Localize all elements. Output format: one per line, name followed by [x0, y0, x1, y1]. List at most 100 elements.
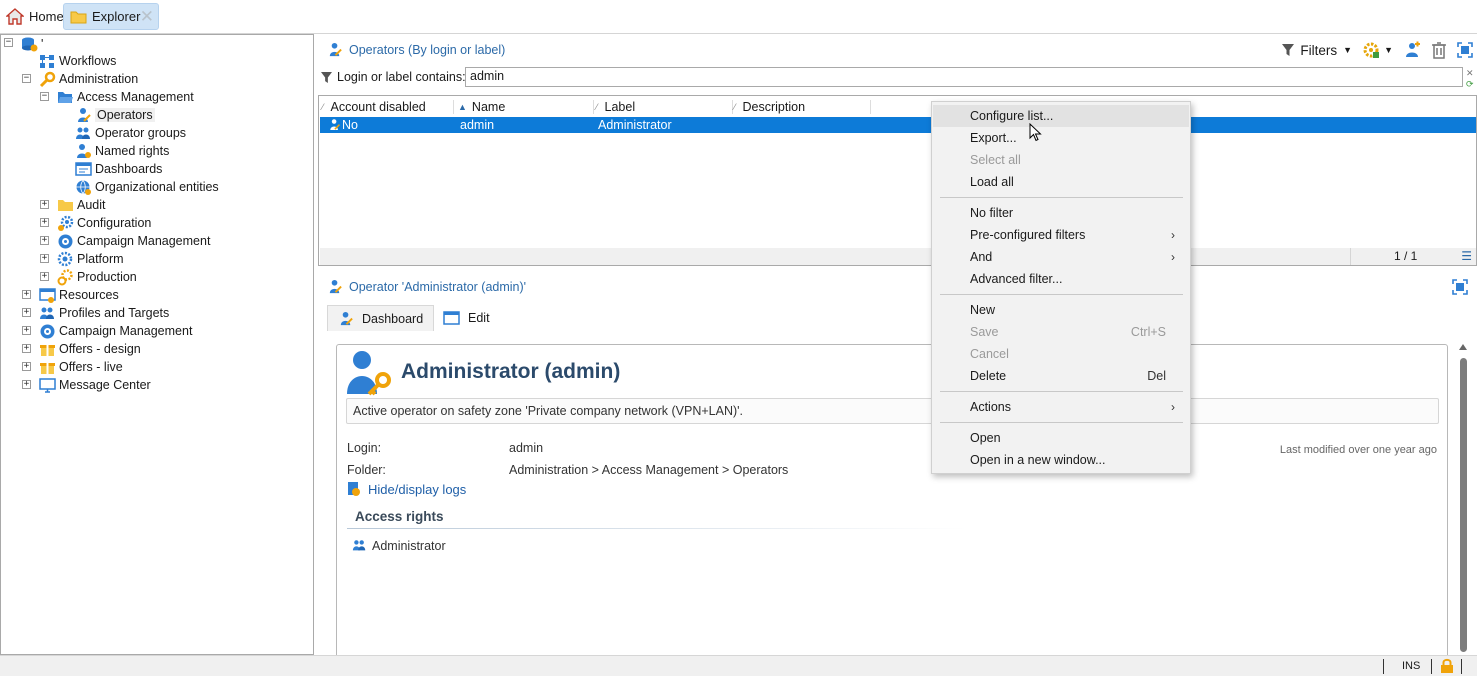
tab-edit[interactable]: Edit	[433, 305, 500, 331]
expand-toggle[interactable]: +	[22, 308, 31, 317]
tree-node-campaign-management-sub[interactable]: Campaign Management	[57, 232, 210, 250]
tree-node-operators[interactable]: Operators	[75, 106, 155, 124]
database-icon	[21, 36, 38, 53]
column-header-description[interactable]: ⁄ Description	[734, 98, 805, 116]
collapse-toggle[interactable]: −	[4, 38, 13, 47]
tab-explorer[interactable]: Explorer ✕	[63, 3, 159, 30]
resources-icon	[39, 287, 56, 304]
tree-node-message-center[interactable]: Message Center	[39, 376, 151, 394]
access-right-item: Administrator	[351, 538, 446, 553]
expand-toggle[interactable]: +	[40, 236, 49, 245]
menu-item-open-new-window[interactable]: Open in a new window...	[933, 449, 1189, 471]
menu-item-open[interactable]: Open	[933, 427, 1189, 449]
filters-button[interactable]: Filters ▼	[1282, 43, 1352, 58]
tree-node-administration[interactable]: Administration	[39, 70, 138, 88]
tree-node-organizational-entities[interactable]: Organizational entities	[75, 178, 219, 196]
tree-node-campaign-management[interactable]: Campaign Management	[39, 322, 192, 340]
menu-separator	[940, 197, 1183, 198]
close-icon[interactable]: ✕	[140, 7, 154, 27]
menu-separator	[940, 391, 1183, 392]
tree-node-label: Audit	[77, 198, 106, 212]
menu-item-and[interactable]: And ›	[933, 246, 1189, 268]
maximize-icon[interactable]	[1457, 42, 1473, 58]
menu-item-cancel: Cancel	[970, 347, 1009, 361]
tree-node-audit[interactable]: Audit	[57, 196, 106, 214]
scroll-up-icon[interactable]	[1459, 344, 1467, 350]
maximize-icon[interactable]	[1452, 279, 1468, 295]
vertical-scrollbar[interactable]	[1455, 342, 1471, 654]
column-header-label[interactable]: ⁄ Label	[596, 98, 635, 116]
table-row[interactable]: No admin Administrator	[320, 117, 1476, 133]
tree-node-configuration[interactable]: Configuration	[57, 214, 151, 232]
expand-toggle[interactable]: +	[40, 272, 49, 281]
tree-node-named-rights[interactable]: Named rights	[75, 142, 169, 160]
tree-node-production[interactable]: Production	[57, 268, 137, 286]
gear-add-icon	[1362, 41, 1380, 59]
tree-node-platform[interactable]: Platform	[57, 250, 124, 268]
clear-filter-icon[interactable]: ✕	[1466, 68, 1474, 79]
expand-toggle[interactable]: +	[40, 200, 49, 209]
expand-toggle[interactable]: +	[22, 290, 31, 299]
menu-item-delete[interactable]: Delete Del	[933, 365, 1189, 387]
tree-node-offers-live[interactable]: Offers - live	[39, 358, 123, 376]
expand-toggle[interactable]: +	[22, 326, 31, 335]
tree-node-label: Administration	[59, 72, 139, 86]
cell-account-disabled: No	[342, 118, 358, 132]
filter-input[interactable]: admin	[465, 67, 1463, 87]
group-icon	[75, 125, 92, 142]
tree-node-label: Access Management	[77, 90, 194, 104]
chevron-right-icon: ›	[1171, 400, 1175, 414]
globe-icon	[75, 179, 92, 196]
menu-item-configure-list[interactable]: Configure list...	[933, 105, 1189, 127]
tree-node-label: Campaign Management	[77, 234, 211, 248]
menu-item-advanced-filter[interactable]: Advanced filter...	[933, 268, 1189, 290]
tree-node-operator-groups[interactable]: Operator groups	[75, 124, 186, 142]
menu-item-actions[interactable]: Actions ›	[933, 396, 1189, 418]
expand-toggle[interactable]: +	[22, 380, 31, 389]
expand-toggle[interactable]: +	[22, 344, 31, 353]
refresh-icon[interactable]: ⟳	[1466, 79, 1474, 90]
platform-icon	[57, 251, 74, 268]
status-bar: INS	[0, 655, 1477, 676]
collapse-toggle[interactable]: −	[22, 74, 31, 83]
column-header-account-disabled[interactable]: ⁄ Account disabled	[322, 98, 426, 116]
menu-separator	[940, 422, 1183, 423]
menu-item-label: Save	[970, 325, 999, 339]
tree-node-label: Operators	[95, 108, 155, 122]
tree-node-dashboards[interactable]: Dashboards	[75, 160, 162, 178]
tree-node-workflows[interactable]: Workflows	[39, 52, 116, 70]
tree-node-offers-design[interactable]: Offers - design	[39, 340, 141, 358]
trash-icon[interactable]	[1431, 41, 1447, 59]
logs-link[interactable]: Hide/display logs	[347, 481, 466, 497]
tree-node-root[interactable]: '	[21, 35, 43, 53]
folder-label: Folder:	[347, 463, 386, 477]
filters-label: Filters	[1300, 42, 1338, 58]
menu-item-export[interactable]: Export...	[933, 127, 1189, 149]
menu-item-preconfigured-filters[interactable]: Pre-configured filters ›	[933, 224, 1189, 246]
new-menu-button[interactable]: ▼	[1362, 41, 1393, 59]
menu-item-no-filter[interactable]: No filter	[933, 202, 1189, 224]
menu-item-load-all[interactable]: Load all	[933, 171, 1189, 193]
list-menu-icon[interactable]: ☰	[1461, 249, 1472, 263]
tree-node-profiles-and-targets[interactable]: Profiles and Targets	[39, 304, 169, 322]
menu-item-new[interactable]: New	[933, 299, 1189, 321]
tree-node-label: Resources	[59, 288, 119, 302]
monitor-icon	[39, 377, 56, 394]
scroll-thumb[interactable]	[1460, 358, 1467, 652]
menu-shortcut: Del	[1147, 369, 1166, 383]
group-icon	[351, 538, 368, 553]
tree-node-resources[interactable]: Resources	[39, 286, 119, 304]
expand-toggle[interactable]: +	[40, 218, 49, 227]
collapse-toggle[interactable]: −	[40, 92, 49, 101]
tab-home[interactable]: Home	[0, 3, 70, 30]
tree-node-label: Operator groups	[95, 126, 187, 140]
column-header-name[interactable]: ▲ Name	[458, 98, 505, 116]
home-icon	[6, 8, 24, 25]
expand-toggle[interactable]: +	[22, 362, 31, 371]
tree-node-access-management[interactable]: Access Management	[57, 88, 194, 106]
expand-toggle[interactable]: +	[40, 254, 49, 263]
tab-dashboard[interactable]: Dashboard	[327, 305, 435, 331]
campaign-icon	[57, 233, 74, 250]
new-operator-icon[interactable]	[1403, 41, 1421, 59]
tree-node-label: Offers - design	[59, 342, 141, 356]
